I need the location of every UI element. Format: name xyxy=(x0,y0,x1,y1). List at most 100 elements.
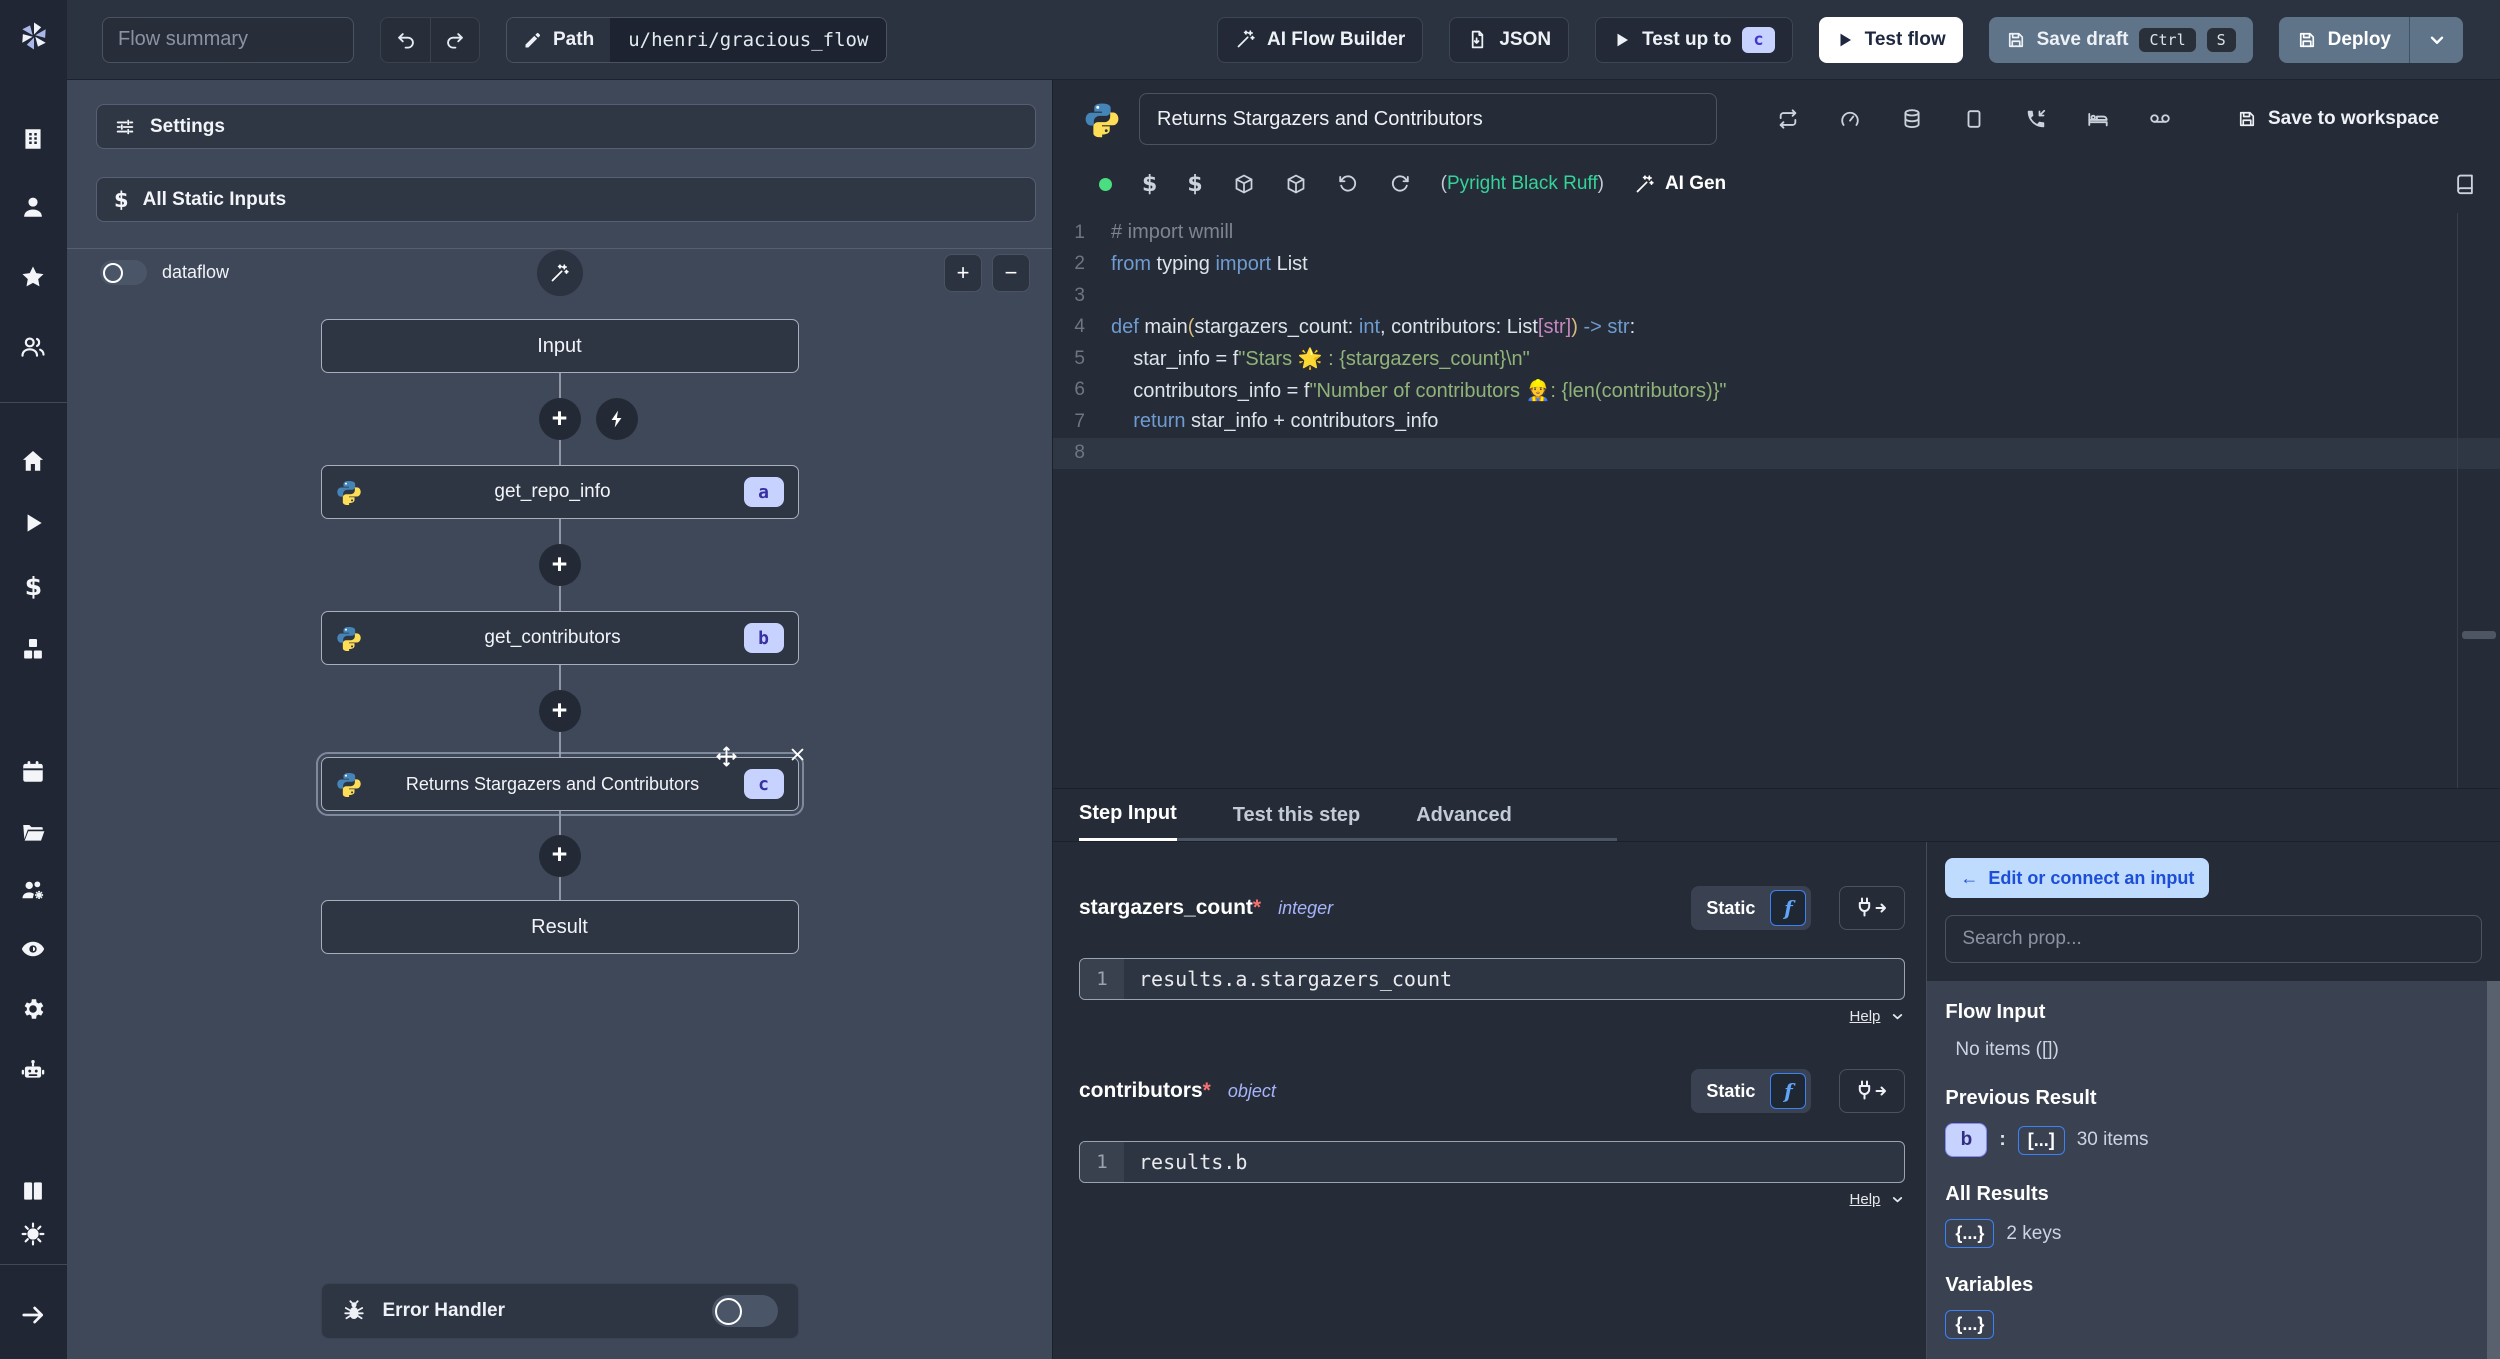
collapsed-object-chip[interactable]: {...} xyxy=(1945,1310,1995,1339)
test-flow-button[interactable]: Test flow xyxy=(1818,16,1963,63)
result-key-badge[interactable]: b xyxy=(1945,1123,1988,1157)
code-line-8[interactable]: 8 xyxy=(1053,437,2500,469)
error-handler-node[interactable]: Error Handler xyxy=(320,1283,799,1339)
sidebar-item-calendar[interactable] xyxy=(20,759,48,787)
sidebar-item-play[interactable] xyxy=(20,510,48,538)
flow-input-empty[interactable]: No items ([]) xyxy=(1955,1039,2470,1061)
test-up-to-button[interactable]: Test up to c xyxy=(1595,16,1793,63)
rotate-ccw-icon[interactable] xyxy=(1337,173,1359,195)
retries-icon[interactable] xyxy=(1777,108,1799,130)
code-line-3[interactable]: 3 xyxy=(1053,280,2500,312)
package-icon[interactable] xyxy=(1285,173,1307,195)
sidebar-item-books[interactable] xyxy=(20,1178,48,1206)
windmill-logo-icon[interactable] xyxy=(16,18,52,59)
zoom-out-button[interactable]: − xyxy=(992,254,1030,292)
save-draft-button[interactable]: Save draft Ctrl S xyxy=(1988,16,2253,63)
dollar-icon[interactable]: $ xyxy=(1142,172,1157,197)
help-link[interactable]: Help xyxy=(1850,1191,1881,1208)
deploy-button[interactable]: Deploy xyxy=(2279,17,2409,63)
phone-incoming-icon[interactable] xyxy=(2025,108,2047,130)
function-mode-icon[interactable]: f xyxy=(1770,890,1807,926)
deploy-dropdown-button[interactable] xyxy=(2409,16,2463,63)
redo-button[interactable] xyxy=(430,17,479,62)
delete-node-icon[interactable] xyxy=(789,746,806,763)
expression-editor[interactable]: 1 results.a.stargazers_count xyxy=(1079,958,1906,1000)
code-line-4[interactable]: 4 def main(stargazers_count: int, contrib… xyxy=(1053,312,2500,344)
package-icon[interactable] xyxy=(1233,173,1255,195)
sidebar-item-robot[interactable] xyxy=(20,1057,48,1085)
flow-summary-input[interactable] xyxy=(102,16,354,63)
undo-button[interactable] xyxy=(381,18,430,62)
flow-node-returns-stargazers[interactable]: Returns Stargazers and Contributors c xyxy=(315,746,804,816)
flow-node-get-repo-info[interactable]: get_repo_info a xyxy=(320,465,799,519)
code-line-6[interactable]: 6 contributors_info = f"Number of contri… xyxy=(1053,375,2500,407)
sidebar-item-star[interactable] xyxy=(20,264,48,292)
add-step-button[interactable]: + xyxy=(538,834,581,877)
expression-editor[interactable]: 1 results.b xyxy=(1079,1141,1906,1183)
connect-input-button[interactable] xyxy=(1839,1069,1906,1113)
code-line-1[interactable]: 1 # import wmill xyxy=(1053,217,2500,249)
flow-node-get-contributors[interactable]: get_contributors b xyxy=(320,611,799,665)
sleep-bed-icon[interactable] xyxy=(2087,108,2109,130)
dollar-icon[interactable]: $ xyxy=(1187,172,1202,197)
add-step-button[interactable]: + xyxy=(538,398,581,440)
sidebar-item-boxes[interactable] xyxy=(20,636,48,664)
edit-or-connect-button[interactable]: ← Edit or connect an input xyxy=(1945,858,2210,898)
static-expr-toggle[interactable]: Static f xyxy=(1691,1069,1812,1113)
sidebar-item-eye[interactable] xyxy=(20,936,48,964)
collapsed-object-chip[interactable]: {...} xyxy=(1945,1219,1995,1248)
add-step-button[interactable]: + xyxy=(538,690,581,732)
connect-input-button[interactable] xyxy=(1839,886,1906,930)
code-line-7[interactable]: 7 return star_info + contributors_info xyxy=(1053,406,2500,438)
static-expr-toggle[interactable]: Static f xyxy=(1691,886,1812,930)
settings-button[interactable]: Settings xyxy=(96,104,1036,149)
ai-wand-button[interactable] xyxy=(536,250,583,296)
voicemail-icon[interactable] xyxy=(2149,108,2171,130)
sidebar-item-building[interactable] xyxy=(20,126,48,154)
sidebar-item-folder[interactable] xyxy=(20,819,48,847)
prop-picker-scrollbar[interactable] xyxy=(2487,981,2500,1359)
cache-database-icon[interactable] xyxy=(1901,108,1923,130)
tab-step-input[interactable]: Step Input xyxy=(1079,789,1177,841)
help-link[interactable]: Help xyxy=(1850,1008,1881,1025)
tab-advanced[interactable]: Advanced xyxy=(1416,789,1512,841)
library-book-icon[interactable] xyxy=(2454,173,2476,195)
collapsed-array-chip[interactable]: [...] xyxy=(2017,1125,2065,1155)
search-prop-input[interactable] xyxy=(1945,915,2482,963)
ai-gen-button[interactable]: AI Gen xyxy=(1634,173,1726,195)
tab-test-this-step[interactable]: Test this step xyxy=(1233,789,1360,841)
all-static-inputs-button[interactable]: $ All Static Inputs xyxy=(96,177,1036,222)
error-handler-toggle[interactable] xyxy=(711,1295,778,1327)
mock-square-icon[interactable] xyxy=(1963,108,1985,130)
flow-node-result[interactable]: Result xyxy=(320,900,799,954)
add-step-button[interactable]: + xyxy=(538,544,581,586)
sidebar-item-arrow-right[interactable] xyxy=(20,1302,48,1330)
flow-node-input[interactable]: Input xyxy=(320,319,799,373)
zoom-in-button[interactable]: + xyxy=(944,254,982,292)
timeout-gauge-icon[interactable] xyxy=(1839,108,1861,130)
code-line-2[interactable]: 2 from typing import List xyxy=(1053,249,2500,281)
code-editor[interactable]: 1 # import wmill 2 from typing import List 3… xyxy=(1053,213,2500,788)
rotate-cw-icon[interactable] xyxy=(1389,173,1411,195)
trigger-bolt-button[interactable] xyxy=(595,398,638,440)
sidebar-item-gear[interactable] xyxy=(20,996,48,1024)
sidebar-item-user[interactable] xyxy=(20,194,48,222)
ai-flow-builder-button[interactable]: AI Flow Builder xyxy=(1217,16,1424,63)
json-button[interactable]: JSON xyxy=(1449,16,1570,63)
move-handle-icon[interactable] xyxy=(715,745,738,768)
code-assistants-label[interactable]: (Pyright Black Ruff) xyxy=(1441,173,1604,195)
sidebar-item-users[interactable] xyxy=(20,334,48,362)
code-line-5[interactable]: 5 star_info = f"Stars 🌟 : {stargazers_co… xyxy=(1053,343,2500,375)
path-button[interactable]: Path u/henri/gracious_flow xyxy=(506,16,888,63)
sidebar-item-sun[interactable] xyxy=(20,1221,48,1249)
dataflow-toggle[interactable] xyxy=(100,260,147,285)
sidebar-item-home[interactable] xyxy=(20,448,48,476)
step-title-input[interactable] xyxy=(1139,93,1717,145)
sidebar-item-users-gear[interactable] xyxy=(20,877,48,905)
save-to-workspace-button[interactable]: Save to workspace xyxy=(2237,108,2439,130)
sidebar-item-dollar[interactable]: $ xyxy=(20,572,48,601)
function-mode-icon[interactable]: f xyxy=(1770,1073,1807,1109)
editor-scrollbar-thumb[interactable] xyxy=(2462,631,2496,639)
chevron-down-icon[interactable] xyxy=(1890,1009,1905,1024)
chevron-down-icon[interactable] xyxy=(1890,1192,1905,1207)
